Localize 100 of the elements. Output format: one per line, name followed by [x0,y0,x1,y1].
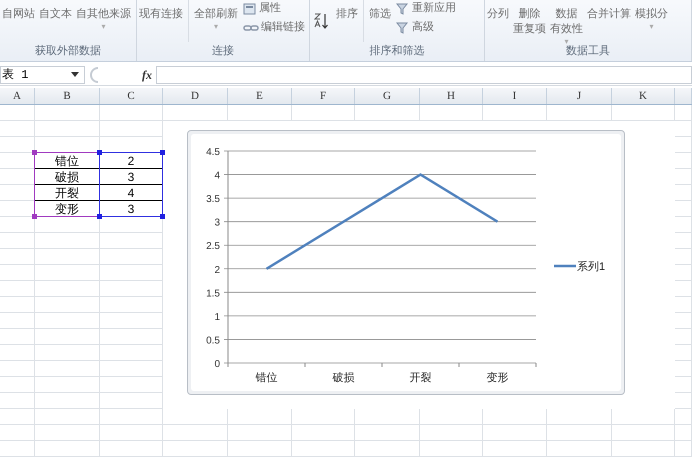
sheet-cell[interactable] [292,409,355,425]
sheet-cell[interactable] [35,441,100,457]
sheet-cell[interactable] [0,377,35,393]
sheet-cell[interactable] [35,345,100,361]
sheet-cell[interactable] [675,233,692,249]
ribbon-small-button[interactable]: 编辑链接 [243,21,305,34]
sort-icon[interactable] [314,12,330,30]
sheet-cell[interactable] [0,249,35,265]
ribbon-button[interactable]: 分列 [485,0,511,22]
sheet-cell[interactable] [675,153,692,169]
sheet-cell[interactable] [675,345,692,361]
sheet-cell[interactable] [100,121,163,137]
sheet-cell[interactable] [612,425,675,441]
sheet-cell[interactable] [100,345,163,361]
sheet-cell[interactable] [0,425,35,441]
sheet-cell[interactable] [0,361,35,377]
sheet-cell[interactable] [35,361,100,377]
sheet-cell[interactable] [35,281,100,297]
sheet-cell[interactable] [35,105,100,121]
ribbon-button[interactable]: 合并计算 [585,0,633,22]
sheet-cell[interactable] [675,249,692,265]
sheet-cell[interactable] [675,185,692,201]
ribbon-button[interactable]: 排序 [334,0,360,22]
sheet-cell[interactable] [35,249,100,265]
sheet-cell[interactable] [35,121,100,137]
sheet-cell[interactable] [483,409,547,425]
selection-handle[interactable] [32,214,37,219]
sheet-cell[interactable] [0,121,35,137]
sheet-cell[interactable] [0,441,35,457]
sheet-cell[interactable] [675,265,692,281]
sheet-cell[interactable] [0,105,35,121]
chart-frame[interactable]: 0 0.5 1 1.5 2 2.5 3 3.5 4 4.5 错位 破损 开裂 变形 系列1 [187,130,625,395]
sheet-cell[interactable] [675,169,692,185]
sheet-cell[interactable] [100,361,163,377]
sheet-cell[interactable] [675,217,692,233]
sheet-cell[interactable] [228,425,292,441]
formula-input[interactable] [156,66,692,84]
ribbon-button[interactable]: 自其他来源 ▾ [74,0,133,32]
sheet-cell[interactable] [35,329,100,345]
column-header[interactable]: I [512,88,516,104]
sheet-cell[interactable] [100,313,163,329]
sheet-cell[interactable] [100,393,163,409]
ribbon-small-button[interactable]: 高级 [396,21,456,34]
column-header[interactable]: A [13,88,21,104]
sheet-cell[interactable] [35,233,100,249]
column-header[interactable]: H [447,88,455,104]
sheet-cell[interactable] [100,425,163,441]
sheet-cell[interactable] [163,105,228,121]
sheet-cell[interactable] [675,313,692,329]
sheet-cell[interactable] [228,441,292,457]
sheet-cell[interactable] [547,425,612,441]
ribbon-button[interactable]: 筛选 [367,0,393,22]
sheet-cell[interactable] [35,377,100,393]
ribbon-small-button[interactable]: 重新应用 [396,2,456,15]
sheet-cell[interactable] [292,105,355,121]
ribbon-small-button[interactable]: 属性 [243,2,305,15]
sheet-cell[interactable] [675,201,692,217]
name-box[interactable]: 表 1 [0,66,85,84]
sheet-cell[interactable] [675,377,692,393]
sheet-cell[interactable] [612,409,675,425]
sheet-cell[interactable] [547,105,612,121]
column-header[interactable]: J [576,88,582,104]
sheet-cell[interactable] [483,425,547,441]
sheet-cell[interactable] [0,297,35,313]
ribbon-button[interactable]: 自文本 [37,0,74,22]
sheet-cell[interactable] [355,105,420,121]
sheet-cell[interactable] [100,233,163,249]
sheet-cell[interactable] [0,313,35,329]
sheet-cell[interactable] [0,393,35,409]
column-header[interactable]: B [63,88,71,104]
sheet-cell[interactable] [420,425,483,441]
sheet-cell[interactable] [292,441,355,457]
column-header[interactable]: K [639,88,647,104]
sheet-cell[interactable] [100,377,163,393]
sheet-cell[interactable] [0,281,35,297]
ribbon-button[interactable]: 现有连接 [137,0,185,22]
sheet-cell[interactable] [35,297,100,313]
sheet-cell[interactable] [100,265,163,281]
sheet-cell[interactable] [547,409,612,425]
sheet-cell[interactable] [675,105,692,121]
sheet-cell[interactable] [483,441,547,457]
sheet-cell[interactable] [100,297,163,313]
sheet-cell[interactable] [100,441,163,457]
sheet-cell[interactable] [163,409,228,425]
sheet-cell[interactable] [163,441,228,457]
sheet-cell[interactable] [675,297,692,313]
sheet-cell[interactable] [228,105,292,121]
column-header[interactable]: G [383,88,391,104]
sheet-cell[interactable] [420,409,483,425]
sheet-cell[interactable] [100,105,163,121]
ribbon-button[interactable]: 全部刷新 ▾ [192,0,240,32]
sheet-cell[interactable] [35,313,100,329]
sheet-cell[interactable] [483,105,547,121]
sheet-cell[interactable] [612,441,675,457]
sheet-cell[interactable] [228,409,292,425]
sheet-cell[interactable] [675,121,692,137]
ribbon-button[interactable]: 模拟分 ▾ [633,0,670,32]
sheet-cell[interactable] [100,409,163,425]
sheet-cell[interactable] [0,409,35,425]
sheet-cell[interactable] [612,105,675,121]
